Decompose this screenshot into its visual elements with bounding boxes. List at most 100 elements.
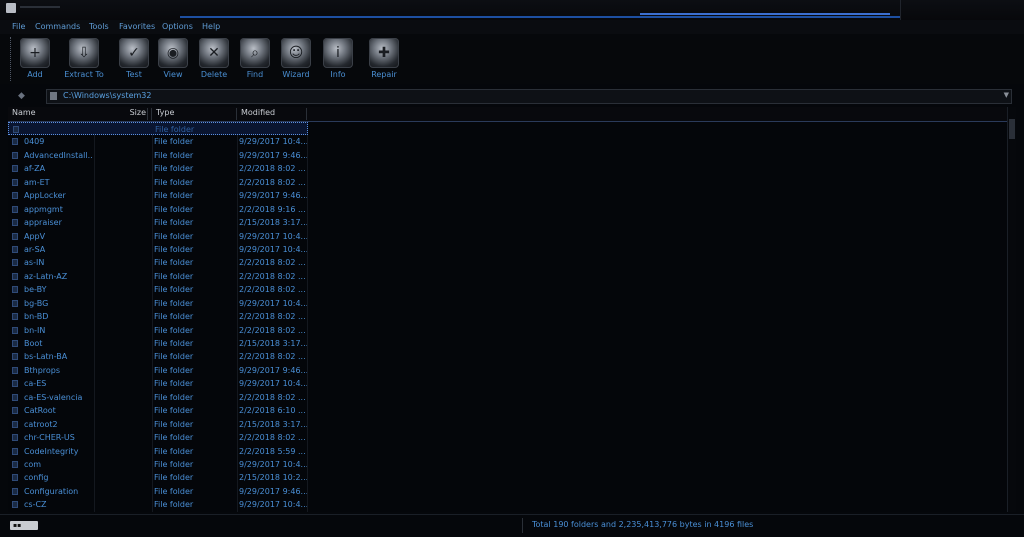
file-name: com [24,459,42,469]
table-row[interactable]: config File folder 2/15/2018 10:2... [8,471,308,484]
menu-commands[interactable]: Commands [35,22,80,31]
file-modified: 9/29/2017 10:4... [239,500,307,510]
file-type: File folder [154,446,194,456]
folder-icon [12,460,18,468]
file-modified: 2/2/2018 6:10 ... [239,406,306,416]
table-row[interactable]: Boot File folder 2/15/2018 3:17... [8,337,308,350]
menu-favorites[interactable]: Favorites [119,22,155,31]
file-list[interactable]: Name Size Type Modified File folder 0409… [8,107,1016,512]
status-text: Total 190 folders and 2,235,413,776 byte… [532,520,754,529]
table-row[interactable]: com File folder 9/29/2017 10:4... [8,458,308,471]
table-row[interactable]: catroot2 File folder 2/15/2018 3:17... [8,418,308,431]
table-row[interactable]: ca-ES File folder 9/29/2017 10:4... [8,377,308,390]
file-rows: File folder 0409 File folder 9/29/2017 10:… [8,122,308,512]
table-row[interactable]: AppV File folder 9/29/2017 10:4... [8,230,308,243]
table-row[interactable]: af-ZA File folder 2/2/2018 8:02 ... [8,162,308,175]
file-modified: 9/29/2017 10:4... [239,379,307,389]
file-modified: 9/29/2017 9:46... [239,150,307,160]
wizard-button[interactable]: ☺ Wizard [274,38,318,82]
menu-file[interactable]: File [12,22,25,31]
folder-icon [12,299,18,307]
view-button[interactable]: ◉ View [151,38,195,82]
file-modified: 2/2/2018 8:02 ... [239,285,306,295]
folder-icon [12,259,18,267]
folder-icon [12,272,18,280]
file-modified: 2/2/2018 8:02 ... [239,258,306,268]
table-row[interactable]: ar-SA File folder 9/29/2017 10:4... [8,243,308,256]
chevron-down-icon[interactable]: ▼ [1004,91,1009,99]
file-modified: 2/15/2018 3:17... [239,218,307,228]
extract-to-label: Extract To [64,70,104,79]
column-modified[interactable]: Modified [237,108,307,120]
table-row[interactable]: as-IN File folder 2/2/2018 8:02 ... [8,256,308,269]
test-label: Test [126,70,142,79]
table-row[interactable]: appmgmt File folder 2/2/2018 9:16 ... [8,203,308,216]
table-row[interactable]: AppLocker File folder 9/29/2017 9:46... [8,189,308,202]
table-row[interactable]: bn-BD File folder 2/2/2018 8:02 ... [8,310,308,323]
file-type: File folder [154,150,194,160]
drive-icon[interactable]: ▪▪ [10,521,38,530]
table-row[interactable]: Configuration File folder 9/29/2017 9:46..… [8,485,308,498]
file-type: File folder [154,419,194,429]
folder-icon [12,286,18,294]
file-modified: 2/2/2018 8:02 ... [239,352,306,362]
delete-button[interactable]: ✕ Delete [192,38,236,82]
list-header: Name Size Type Modified [8,107,1016,122]
table-row[interactable]: appraiser File folder 2/15/2018 3:17... [8,216,308,229]
menu-tools[interactable]: Tools [89,22,109,31]
scrollbar-thumb[interactable] [1009,119,1015,139]
folder-icon [12,434,18,442]
table-row[interactable]: bg-BG File folder 9/29/2017 10:4... [8,297,308,310]
address-field[interactable]: C:\Windows\system32 ▼ [46,89,1012,104]
file-name: Bthprops [24,365,61,375]
table-row[interactable]: CodeIntegrity File folder 2/2/2018 5:59 ..… [8,445,308,458]
extract-to-button[interactable]: ⇩ Extract To [62,38,106,82]
window-controls-area[interactable] [900,0,1024,20]
up-folder-icon[interactable]: ◆ [18,91,28,101]
folder-icon [12,393,18,401]
file-name: catroot2 [24,419,58,429]
title-accent-highlight [640,13,890,15]
table-row[interactable]: am-ET File folder 2/2/2018 8:02 ... [8,176,308,189]
file-modified: 9/29/2017 10:4... [239,244,307,254]
repair-button[interactable]: ✚ Repair [362,38,406,82]
app-icon[interactable] [6,3,16,13]
table-row[interactable]: Bthprops File folder 9/29/2017 9:46... [8,364,308,377]
extract-icon: ⇩ [69,38,99,68]
vertical-scrollbar[interactable] [1007,107,1016,512]
file-modified: 2/2/2018 8:02 ... [239,392,306,402]
table-row[interactable]: bn-IN File folder 2/2/2018 8:02 ... [8,324,308,337]
toolbar: + Add ⇩ Extract To ✓ Test ◉ View ✕ Delet… [0,34,1024,84]
delete-label: Delete [200,70,228,79]
address-bar: ◆ C:\Windows\system32 ▼ [0,88,1024,104]
column-type[interactable]: Type [152,108,237,120]
table-row[interactable]: 0409 File folder 9/29/2017 10:4... [8,135,308,148]
view-icon: ◉ [158,38,188,68]
table-row[interactable]: cs-CZ File folder 9/29/2017 10:4... [8,498,308,511]
address-path[interactable]: C:\Windows\system32 [63,91,151,100]
parent-folder-row[interactable]: File folder [8,122,308,136]
column-size[interactable]: Size [94,108,150,120]
table-row[interactable]: ca-ES-valencia File folder 2/2/2018 8:02 .… [8,391,308,404]
add-button[interactable]: + Add [13,38,57,82]
table-row[interactable]: AdvancedInstall... File folder 9/29/2017 9… [8,149,308,162]
file-type: File folder [154,325,194,335]
test-button[interactable]: ✓ Test [112,38,156,82]
file-modified: 2/2/2018 8:02 ... [239,433,306,443]
folder-icon [12,138,18,146]
folder-icon [12,380,18,388]
delete-icon: ✕ [199,38,229,68]
table-row[interactable]: az-Latn-AZ File folder 2/2/2018 8:02 ... [8,270,308,283]
info-button[interactable]: i Info [316,38,360,82]
menu-options[interactable]: Options [162,22,193,31]
file-name: bn-BD [24,312,49,322]
table-row[interactable]: CatRoot File folder 2/2/2018 6:10 ... [8,404,308,417]
file-name: bn-IN [24,325,46,335]
table-row[interactable]: be-BY File folder 2/2/2018 8:02 ... [8,283,308,296]
table-row[interactable]: bs-Latn-BA File folder 2/2/2018 8:02 ... [8,350,308,363]
menu-help[interactable]: Help [202,22,220,31]
file-modified: 2/2/2018 8:02 ... [239,177,306,187]
find-button[interactable]: ⌕ Find [233,38,277,82]
table-row[interactable]: chr-CHER-US File folder 2/2/2018 8:02 ... [8,431,308,444]
file-name: AppV [24,231,46,241]
